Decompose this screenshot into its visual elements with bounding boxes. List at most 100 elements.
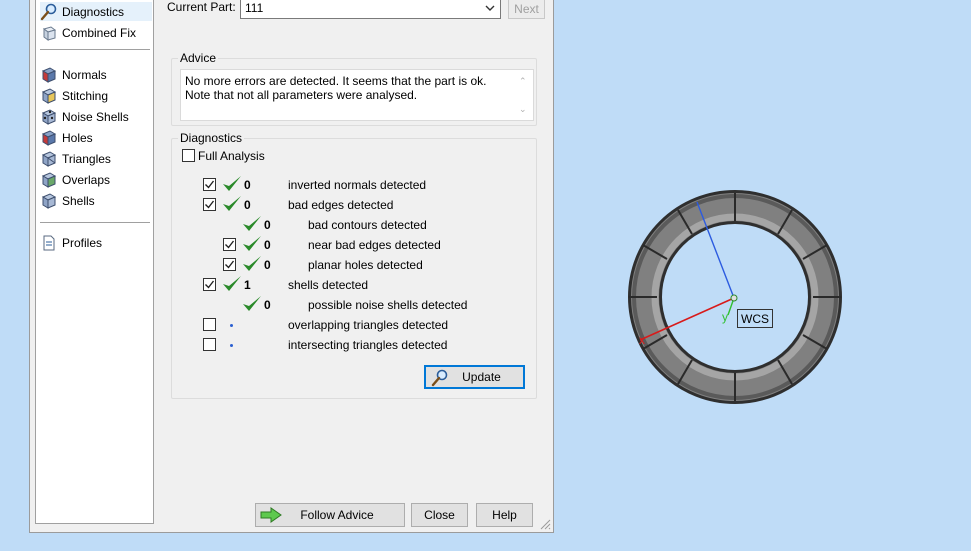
noise-shells-icon bbox=[41, 108, 57, 125]
nav-item-label: Stitching bbox=[62, 88, 109, 103]
row-count: 1 bbox=[244, 278, 251, 292]
nav-panel: Diagnostics Combined Fix Normals Stitchi… bbox=[35, 0, 154, 524]
advice-scrollbar[interactable]: ⌃ ⌄ bbox=[518, 74, 530, 116]
row-text: planar holes detected bbox=[308, 258, 423, 272]
close-button[interactable]: Close bbox=[411, 503, 468, 527]
row-count: 0 bbox=[244, 198, 251, 212]
diagnostics-title: Diagnostics bbox=[178, 131, 245, 145]
advice-text: No more errors are detected. It seems th… bbox=[185, 74, 487, 102]
scroll-up-icon: ⌃ bbox=[519, 76, 527, 86]
row-text: shells detected bbox=[288, 278, 369, 292]
nav-item-triangles[interactable]: Triangles bbox=[40, 149, 152, 168]
row-count: 0 bbox=[264, 218, 271, 232]
scroll-down-icon: ⌄ bbox=[519, 104, 527, 114]
green-check-icon bbox=[243, 236, 261, 251]
nav-item-stitching[interactable]: Stitching bbox=[40, 86, 152, 105]
row-text: bad edges detected bbox=[288, 198, 394, 212]
follow-advice-label: Follow Advice bbox=[300, 508, 374, 522]
green-check-icon bbox=[243, 256, 261, 271]
magnifier-icon bbox=[40, 3, 57, 20]
advice-title: Advice bbox=[178, 51, 219, 65]
green-check-icon bbox=[223, 176, 241, 191]
current-part-select[interactable]: 111 bbox=[240, 0, 501, 19]
nav-item-label: Shells bbox=[62, 193, 95, 208]
row-count: 0 bbox=[244, 178, 251, 192]
row-text: intersecting triangles detected bbox=[288, 338, 448, 352]
nav-item-normals[interactable]: Normals bbox=[40, 65, 152, 84]
nav-item-label: Overlaps bbox=[62, 172, 111, 187]
next-button[interactable]: Next bbox=[508, 0, 545, 19]
triangles-cube-icon bbox=[41, 150, 57, 167]
row-text: inverted normals detected bbox=[288, 178, 427, 192]
wcs-label: WCS bbox=[737, 309, 773, 328]
nav-item-label: Profiles bbox=[62, 235, 103, 250]
advice-textbox[interactable]: No more errors are detected. It seems th… bbox=[180, 69, 534, 121]
part-ring-model[interactable] bbox=[620, 190, 860, 420]
checkmark-icon bbox=[225, 240, 235, 249]
current-part-label: Current Part: bbox=[167, 0, 236, 14]
nav-item-holes[interactable]: Holes bbox=[40, 128, 152, 147]
fix-wizard-window: Diagnostics Combined Fix Normals Stitchi… bbox=[29, 0, 554, 533]
row-checkbox[interactable] bbox=[223, 258, 236, 271]
row-checkbox[interactable] bbox=[203, 178, 216, 191]
chevron-down-icon bbox=[485, 5, 495, 11]
nav-separator bbox=[40, 222, 150, 223]
row-count: 0 bbox=[264, 238, 271, 252]
y-axis-label: y bbox=[722, 310, 728, 324]
holes-cube-icon bbox=[41, 129, 57, 146]
magnifier-icon bbox=[431, 369, 448, 387]
nav-item-shells[interactable]: Shells bbox=[40, 191, 152, 210]
nav-item-noise-shells[interactable]: Noise Shells bbox=[40, 107, 152, 126]
pending-dot-icon bbox=[230, 344, 233, 347]
nav-item-profiles[interactable]: Profiles bbox=[40, 233, 152, 252]
green-check-icon bbox=[223, 196, 241, 211]
shells-cube-icon bbox=[41, 192, 57, 209]
row-checkbox[interactable] bbox=[223, 238, 236, 251]
nav-item-label: Combined Fix bbox=[62, 25, 137, 40]
nav-separator bbox=[40, 49, 150, 50]
overlaps-cube-icon bbox=[41, 171, 57, 188]
row-text: overlapping triangles detected bbox=[288, 318, 449, 332]
row-text: bad contours detected bbox=[308, 218, 427, 232]
row-checkbox[interactable] bbox=[203, 318, 216, 331]
green-arrow-icon bbox=[260, 507, 282, 523]
nav-item-label: Normals bbox=[62, 67, 107, 82]
x-axis-label: x bbox=[639, 333, 645, 347]
row-checkbox[interactable] bbox=[203, 198, 216, 211]
row-count: 0 bbox=[264, 298, 271, 312]
checkmark-icon bbox=[205, 280, 215, 289]
pending-dot-icon bbox=[230, 324, 233, 327]
row-text: possible noise shells detected bbox=[308, 298, 468, 312]
help-button[interactable]: Help bbox=[476, 503, 533, 527]
nav-item-label: Triangles bbox=[62, 151, 111, 166]
resize-grip-icon[interactable] bbox=[539, 518, 551, 530]
row-checkbox[interactable] bbox=[203, 338, 216, 351]
row-checkbox[interactable] bbox=[203, 278, 216, 291]
nav-item-label: Holes bbox=[62, 130, 93, 145]
current-part-value: 111 bbox=[245, 1, 264, 15]
green-check-icon bbox=[243, 216, 261, 231]
green-check-icon bbox=[223, 276, 241, 291]
content-area: Current Part: 111 Next Advice No more er… bbox=[163, 0, 549, 533]
row-text: near bad edges detected bbox=[308, 238, 441, 252]
update-label: Update bbox=[462, 370, 501, 384]
cube-icon bbox=[42, 25, 57, 41]
full-analysis-checkbox[interactable] bbox=[182, 149, 195, 162]
checkmark-icon bbox=[205, 180, 215, 189]
nav-item-combined-fix[interactable]: Combined Fix bbox=[40, 23, 152, 42]
follow-advice-button[interactable]: Follow Advice bbox=[255, 503, 405, 527]
checkmark-icon bbox=[205, 200, 215, 209]
nav-item-label: Diagnostics bbox=[62, 4, 125, 19]
nav-item-overlaps[interactable]: Overlaps bbox=[40, 170, 152, 189]
nav-item-diagnostics[interactable]: Diagnostics bbox=[40, 2, 152, 21]
row-count: 0 bbox=[264, 258, 271, 272]
origin-marker bbox=[730, 294, 738, 302]
full-analysis-label: Full Analysis bbox=[198, 149, 265, 163]
advice-group: Advice No more errors are detected. It s… bbox=[171, 51, 537, 126]
checkmark-icon bbox=[225, 260, 235, 269]
diagnostics-group: Diagnostics Full Analysis 0 inverted nor… bbox=[171, 131, 537, 399]
normals-cube-icon bbox=[41, 66, 57, 83]
update-button[interactable]: Update bbox=[424, 365, 525, 389]
document-icon bbox=[43, 235, 55, 250]
stitching-cube-icon bbox=[41, 87, 57, 104]
